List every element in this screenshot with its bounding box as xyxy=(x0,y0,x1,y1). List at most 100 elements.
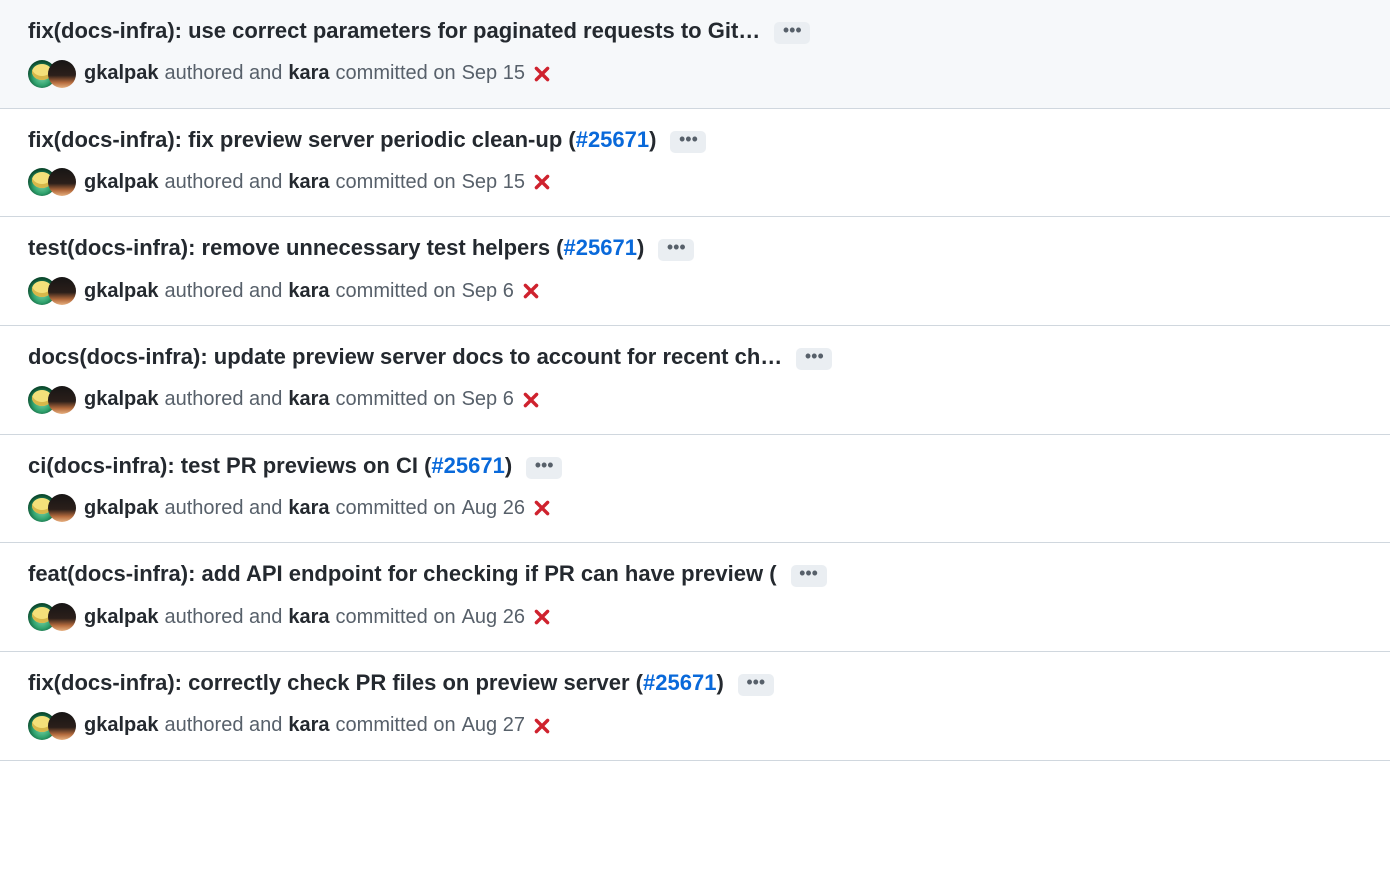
status-failure-icon[interactable] xyxy=(533,499,551,517)
commit-meta-text: gkalpakauthored andkaracommitted onAug 2… xyxy=(84,714,551,737)
commit-title-text: fix(docs-infra): fix preview server peri… xyxy=(28,127,576,152)
avatar-stack[interactable] xyxy=(28,712,76,740)
commit-title[interactable]: ci(docs-infra): test PR previews on CI (… xyxy=(28,451,512,481)
commit-title-post: ) xyxy=(637,235,644,260)
committer-link[interactable]: kara xyxy=(288,497,329,520)
author-link[interactable]: gkalpak xyxy=(84,62,158,85)
commit-title[interactable]: feat(docs-infra): add API endpoint for c… xyxy=(28,559,777,589)
commit-list: fix(docs-infra): use correct parameters … xyxy=(0,0,1390,761)
avatar[interactable] xyxy=(48,386,76,414)
meta-text: authored and xyxy=(164,280,282,303)
commit-title-text: docs(docs-infra): update preview server … xyxy=(28,344,782,369)
expand-commit-message-button[interactable]: ••• xyxy=(658,239,694,261)
expand-commit-message-button[interactable]: ••• xyxy=(738,674,774,696)
commit-meta: gkalpakauthored andkaracommitted onAug 2… xyxy=(28,494,1362,522)
avatar[interactable] xyxy=(48,712,76,740)
meta-text: authored and xyxy=(164,171,282,194)
commit-title[interactable]: fix(docs-infra): use correct parameters … xyxy=(28,16,760,46)
commit-meta: gkalpakauthored andkaracommitted onSep 1… xyxy=(28,60,1362,88)
commit-meta-text: gkalpakauthored andkaracommitted onSep 6 xyxy=(84,388,540,411)
commit-title-post: ) xyxy=(505,453,512,478)
meta-text: committed on xyxy=(336,388,456,411)
commit-title-row: ci(docs-infra): test PR previews on CI (… xyxy=(28,451,1362,481)
avatar[interactable] xyxy=(48,494,76,522)
avatar-stack[interactable] xyxy=(28,60,76,88)
committer-link[interactable]: kara xyxy=(288,62,329,85)
expand-commit-message-button[interactable]: ••• xyxy=(670,131,706,153)
avatar-stack[interactable] xyxy=(28,277,76,305)
commit-date: Sep 6 xyxy=(462,280,514,303)
issue-link[interactable]: #25671 xyxy=(564,235,637,260)
author-link[interactable]: gkalpak xyxy=(84,171,158,194)
author-link[interactable]: gkalpak xyxy=(84,388,158,411)
committer-link[interactable]: kara xyxy=(288,388,329,411)
author-link[interactable]: gkalpak xyxy=(84,280,158,303)
committer-link[interactable]: kara xyxy=(288,714,329,737)
commit-meta-text: gkalpakauthored andkaracommitted onAug 2… xyxy=(84,497,551,520)
commit-date: Aug 27 xyxy=(462,714,525,737)
commit-item: docs(docs-infra): update preview server … xyxy=(0,326,1390,435)
status-failure-icon[interactable] xyxy=(533,65,551,83)
avatar-stack[interactable] xyxy=(28,386,76,414)
committer-link[interactable]: kara xyxy=(288,280,329,303)
expand-commit-message-button[interactable]: ••• xyxy=(526,457,562,479)
commit-title-text: feat(docs-infra): add API endpoint for c… xyxy=(28,561,777,586)
commit-item: feat(docs-infra): add API endpoint for c… xyxy=(0,543,1390,652)
meta-text: authored and xyxy=(164,497,282,520)
commit-title[interactable]: fix(docs-infra): fix preview server peri… xyxy=(28,125,656,155)
commit-meta-text: gkalpak authored and kara committed on Sep 6 xyxy=(84,280,540,303)
commit-title-text: fix(docs-infra): correctly check PR file… xyxy=(28,670,643,695)
status-failure-icon[interactable] xyxy=(522,391,540,409)
commit-item: test(docs-infra): remove unnecessary tes… xyxy=(0,217,1390,326)
commit-title[interactable]: fix(docs-infra): correctly check PR file… xyxy=(28,668,724,698)
commit-date: Aug 26 xyxy=(462,606,525,629)
commit-meta: gkalpakauthored andkaracommitted onSep 1… xyxy=(28,168,1362,196)
commit-title[interactable]: docs(docs-infra): update preview server … xyxy=(28,342,782,372)
author-link[interactable]: gkalpak xyxy=(84,714,158,737)
status-failure-icon[interactable] xyxy=(522,282,540,300)
commit-date: Aug 26 xyxy=(462,497,525,520)
commit-title-row: feat(docs-infra): add API endpoint for c… xyxy=(28,559,1362,589)
commit-item: ci(docs-infra): test PR previews on CI (… xyxy=(0,435,1390,544)
avatar-stack[interactable] xyxy=(28,168,76,196)
expand-commit-message-button[interactable]: ••• xyxy=(774,22,810,44)
meta-text: committed on xyxy=(336,62,456,85)
commit-title-row: fix(docs-infra): correctly check PR file… xyxy=(28,668,1362,698)
commit-title-text: fix(docs-infra): use correct parameters … xyxy=(28,18,760,43)
expand-commit-message-button[interactable]: ••• xyxy=(796,348,832,370)
avatar[interactable] xyxy=(48,60,76,88)
author-link[interactable]: gkalpak xyxy=(84,606,158,629)
issue-link[interactable]: #25671 xyxy=(431,453,504,478)
commit-title-text: ci(docs-infra): test PR previews on CI ( xyxy=(28,453,431,478)
commit-meta: gkalpakauthored andkaracommitted onAug 2… xyxy=(28,712,1362,740)
avatar[interactable] xyxy=(48,603,76,631)
avatar[interactable] xyxy=(48,168,76,196)
commit-meta-text: gkalpakauthored andkaracommitted onSep 1… xyxy=(84,171,551,194)
meta-text: committed on xyxy=(336,171,456,194)
meta-text: committed on xyxy=(336,280,456,303)
commit-title[interactable]: test(docs-infra): remove unnecessary tes… xyxy=(28,233,644,263)
status-failure-icon[interactable] xyxy=(533,173,551,191)
avatar[interactable] xyxy=(48,277,76,305)
avatar-stack[interactable] xyxy=(28,494,76,522)
commit-item: fix(docs-infra): correctly check PR file… xyxy=(0,652,1390,761)
commit-meta: gkalpakauthored andkaracommitted onAug 2… xyxy=(28,603,1362,631)
commit-meta: gkalpak authored and kara committed on Sep 6 xyxy=(28,277,1362,305)
commit-date: Sep 6 xyxy=(462,388,514,411)
commit-meta-text: gkalpakauthored andkaracommitted onSep 1… xyxy=(84,62,551,85)
expand-commit-message-button[interactable]: ••• xyxy=(791,565,827,587)
committer-link[interactable]: kara xyxy=(288,171,329,194)
status-failure-icon[interactable] xyxy=(533,717,551,735)
issue-link[interactable]: #25671 xyxy=(576,127,649,152)
commit-title-row: docs(docs-infra): update preview server … xyxy=(28,342,1362,372)
meta-text: authored and xyxy=(164,606,282,629)
commit-title-row: test(docs-infra): remove unnecessary tes… xyxy=(28,233,1362,263)
author-link[interactable]: gkalpak xyxy=(84,497,158,520)
commit-item: fix(docs-infra): fix preview server peri… xyxy=(0,109,1390,218)
committer-link[interactable]: kara xyxy=(288,606,329,629)
issue-link[interactable]: #25671 xyxy=(643,670,716,695)
meta-text: committed on xyxy=(336,714,456,737)
status-failure-icon[interactable] xyxy=(533,608,551,626)
avatar-stack[interactable] xyxy=(28,603,76,631)
commit-title-row: fix(docs-infra): fix preview server peri… xyxy=(28,125,1362,155)
